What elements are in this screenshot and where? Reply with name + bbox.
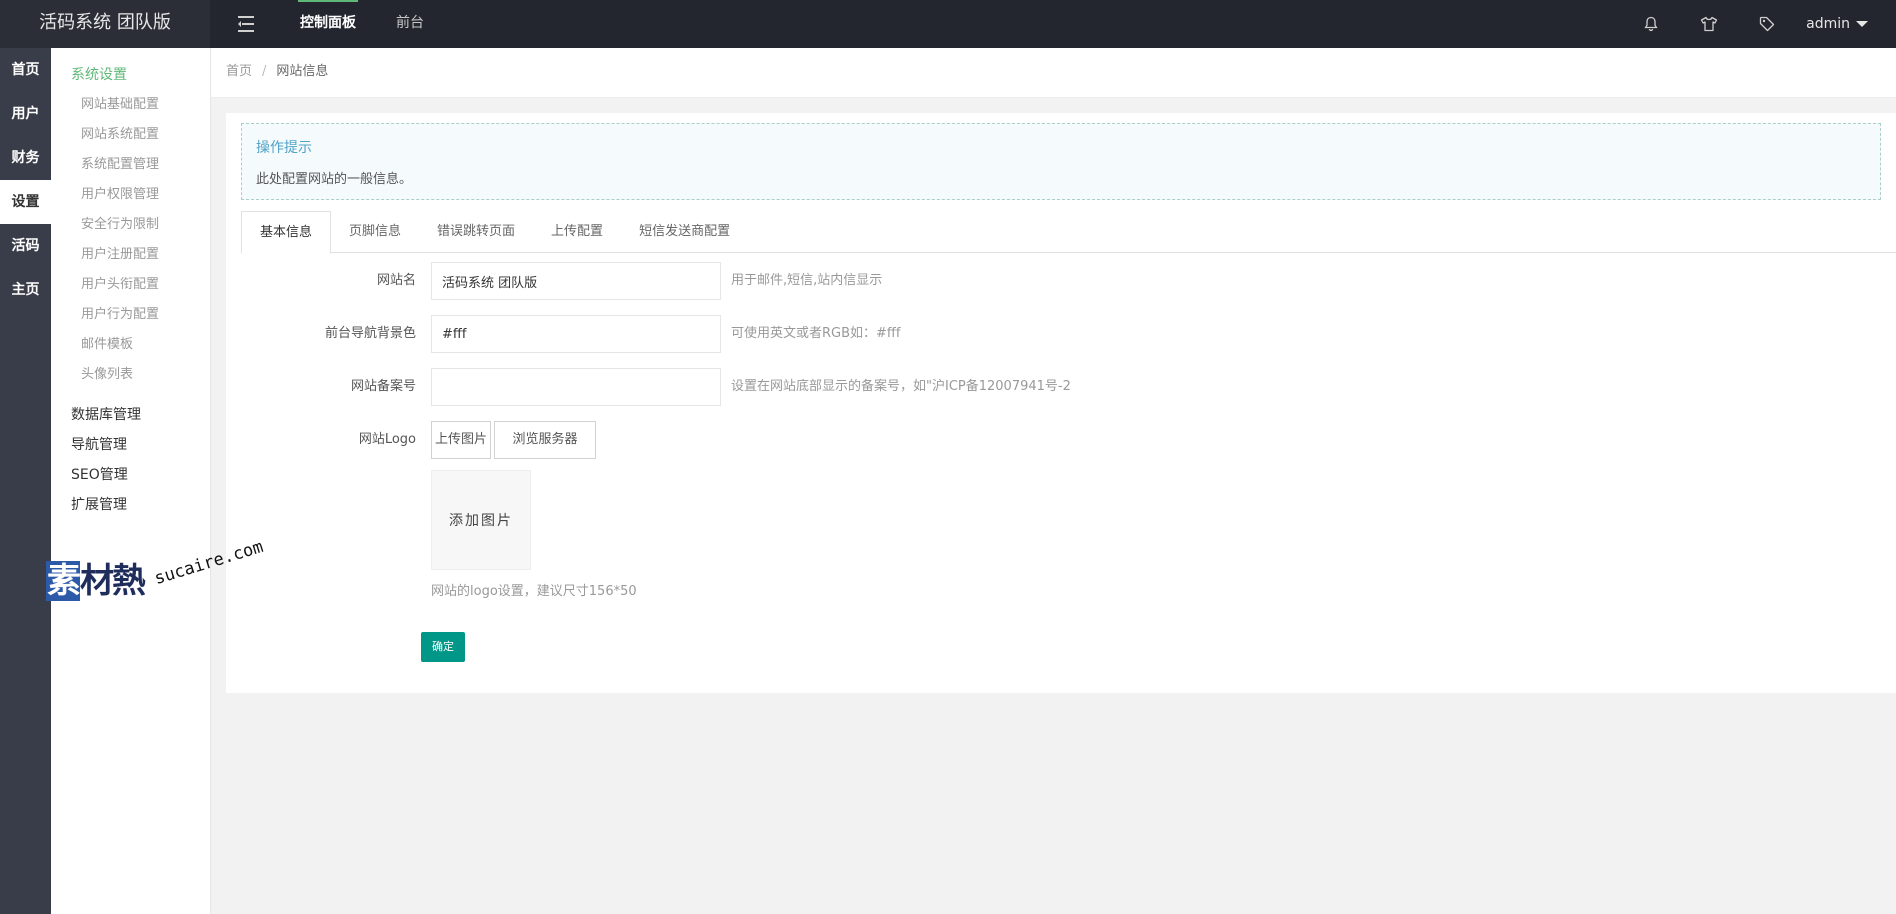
user-menu[interactable]: admin (1796, 16, 1896, 32)
menu-toggle-icon[interactable] (238, 12, 260, 36)
sidebar-group-extensions[interactable]: 扩展管理 (51, 490, 210, 520)
tab-sms-provider[interactable]: 短信发送商配置 (621, 211, 748, 253)
top-nav-frontend[interactable]: 前台 (376, 0, 444, 48)
operation-tip: 操作提示 此处配置网站的一般信息。 (241, 123, 1881, 200)
sidebar-item-user-behavior[interactable]: 用户行为配置 (51, 300, 210, 330)
sidebar-item-avatars[interactable]: 头像列表 (51, 360, 210, 390)
chevron-down-icon (1856, 21, 1868, 27)
main-rail: 首页 用户 财务 设置 活码 主页 (0, 48, 51, 914)
submit-button[interactable]: 确定 (421, 632, 465, 662)
icp-label: 网站备案号 (350, 379, 416, 394)
logo-label: 网站Logo (358, 432, 416, 447)
form-row-nav-bg: 前台导航背景色 可使用英文或者RGB如：#fff (226, 315, 1626, 353)
rail-item-homepage[interactable]: 主页 (0, 268, 51, 312)
tip-title: 操作提示 (256, 140, 312, 156)
nav-bg-help: 可使用英文或者RGB如：#fff (731, 326, 901, 341)
rail-item-livecode[interactable]: 活码 (0, 224, 51, 268)
rail-item-users[interactable]: 用户 (0, 92, 51, 136)
site-name-help: 用于邮件,短信,站内信显示 (731, 273, 883, 288)
icp-help: 设置在网站底部显示的备案号，如"沪ICP备12007941号-2 (731, 379, 1071, 394)
form-row-logo: 网站Logo 上传图片 浏览服务器 (226, 421, 1626, 459)
sidebar-item-site-system[interactable]: 网站系统配置 (51, 120, 210, 150)
tip-text: 此处配置网站的一般信息。 (256, 172, 413, 187)
sidebar-item-config-manage[interactable]: 系统配置管理 (51, 150, 210, 180)
sidebar-item-email-templates[interactable]: 邮件模板 (51, 330, 210, 360)
top-nav-dashboard[interactable]: 控制面板 (280, 0, 376, 48)
breadcrumb: 首页 / 网站信息 (226, 48, 328, 96)
top-right-tools: admin (1622, 0, 1896, 48)
settings-card: 操作提示 此处配置网站的一般信息。 基本信息 页脚信息 错误跳转页面 上传配置 … (226, 113, 1896, 693)
breadcrumb-current: 网站信息 (276, 64, 329, 79)
form-row-icp: 网站备案号 设置在网站底部显示的备案号，如"沪ICP备12007941号-2 (226, 368, 1626, 406)
tab-error-redirect[interactable]: 错误跳转页面 (419, 211, 533, 253)
nav-bg-color-input[interactable] (431, 315, 721, 353)
site-name-label: 网站名 (376, 273, 416, 288)
sidebar-group-system-settings[interactable]: 系统设置 (51, 60, 210, 90)
sidebar-item-registration[interactable]: 用户注册配置 (51, 240, 210, 270)
tag-icon[interactable] (1738, 0, 1796, 48)
sidebar-item-user-titles[interactable]: 用户头衔配置 (51, 270, 210, 300)
site-name-input[interactable] (431, 262, 721, 300)
upload-image-button[interactable]: 上传图片 (431, 421, 491, 459)
settings-tabs: 基本信息 页脚信息 错误跳转页面 上传配置 短信发送商配置 (241, 211, 1896, 254)
nav-bg-label: 前台导航背景色 (324, 326, 416, 341)
sidebar-group-navigation[interactable]: 导航管理 (51, 430, 210, 460)
sidebar-group-database[interactable]: 数据库管理 (51, 400, 210, 430)
breadcrumb-home[interactable]: 首页 (226, 64, 252, 79)
icp-input[interactable] (431, 368, 721, 406)
settings-sidebar: 系统设置 网站基础配置 网站系统配置 系统配置管理 用户权限管理 安全行为限制 … (51, 48, 211, 914)
top-nav: 控制面板 前台 (280, 0, 444, 48)
sidebar-item-permissions[interactable]: 用户权限管理 (51, 180, 210, 210)
user-name: admin (1806, 16, 1850, 32)
form-row-site-name: 网站名 用于邮件,短信,站内信显示 (226, 262, 1626, 300)
sidebar-item-security-limits[interactable]: 安全行为限制 (51, 210, 210, 240)
rail-item-finance[interactable]: 财务 (0, 136, 51, 180)
app-logo-title[interactable]: 活码系统 团队版 (0, 0, 210, 48)
tab-basic-info[interactable]: 基本信息 (241, 211, 332, 254)
sidebar-item-site-basic[interactable]: 网站基础配置 (51, 90, 210, 120)
rail-item-home[interactable]: 首页 (0, 48, 51, 92)
logo-help: 网站的logo设置，建议尺寸156*50 (431, 584, 637, 599)
top-bar: 活码系统 团队版 控制面板 前台 admin (0, 0, 1896, 48)
tab-footer-info[interactable]: 页脚信息 (331, 211, 419, 253)
rail-item-settings[interactable]: 设置 (0, 180, 51, 224)
tab-upload-config[interactable]: 上传配置 (533, 211, 621, 253)
browse-server-button[interactable]: 浏览服务器 (494, 421, 596, 459)
breadcrumb-bar: 首页 / 网站信息 (211, 48, 1896, 98)
bell-icon[interactable] (1622, 0, 1680, 48)
breadcrumb-separator: / (262, 64, 267, 79)
add-image-box[interactable]: 添加图片 (431, 470, 531, 570)
sidebar-group-seo[interactable]: SEO管理 (51, 460, 210, 490)
shirt-icon[interactable] (1680, 0, 1738, 48)
